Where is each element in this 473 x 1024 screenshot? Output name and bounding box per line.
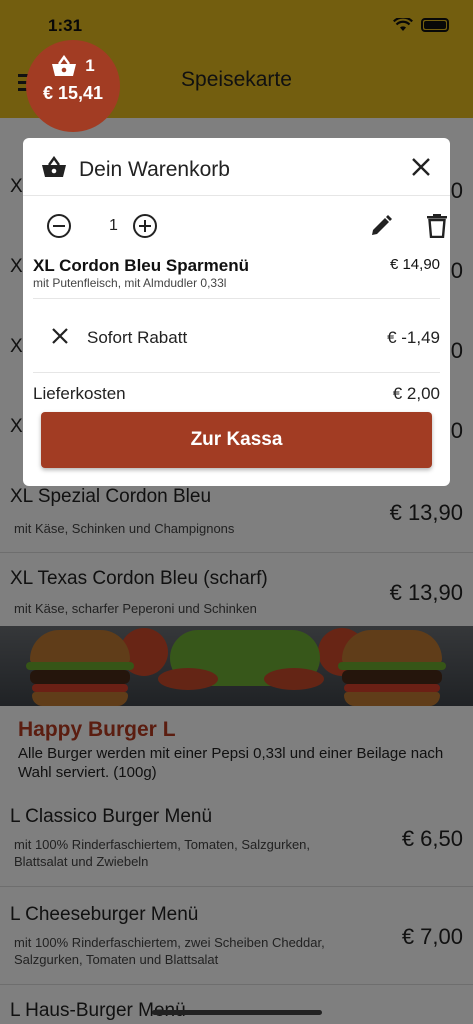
quantity-value: 1: [109, 217, 118, 234]
cart-item-name: XL Cordon Bleu Sparmenü: [33, 256, 249, 275]
delivery-fee-value: € 2,00: [392, 384, 440, 403]
cart-badge[interactable]: 1 € 15,41: [26, 40, 120, 132]
home-indicator[interactable]: [152, 1010, 322, 1015]
cart-modal: Dein Warenkorb 1 XL Cordon Bleu Sparmenü…: [23, 138, 450, 486]
increase-quantity-button[interactable]: [133, 214, 157, 238]
delivery-fee-label: Lieferkosten: [33, 384, 126, 403]
discount-value: € -1,49: [387, 328, 440, 347]
cart-item-desc: mit Putenfleisch, mit Almdudler 0,33l: [33, 276, 227, 290]
discount-label: Sofort Rabatt: [87, 328, 188, 347]
edit-icon[interactable]: [369, 214, 393, 238]
cart-modal-title: Dein Warenkorb: [79, 158, 230, 181]
cart-item-price: € 14,90: [389, 256, 440, 273]
close-icon[interactable]: [410, 156, 432, 178]
trash-icon[interactable]: [427, 214, 447, 238]
cart-modal-header: Dein Warenkorb: [23, 138, 450, 196]
cart-count: 1: [85, 56, 95, 75]
quantity-stepper: 1: [47, 214, 447, 240]
divider: [33, 298, 440, 299]
checkout-button[interactable]: Zur Kassa: [41, 412, 432, 468]
decrease-quantity-button[interactable]: [47, 214, 71, 238]
cart-total: € 15,41: [42, 83, 104, 103]
remove-discount-icon[interactable]: [51, 327, 69, 345]
basket-icon: [42, 156, 66, 177]
divider: [33, 372, 440, 373]
basket-icon: [52, 55, 77, 76]
